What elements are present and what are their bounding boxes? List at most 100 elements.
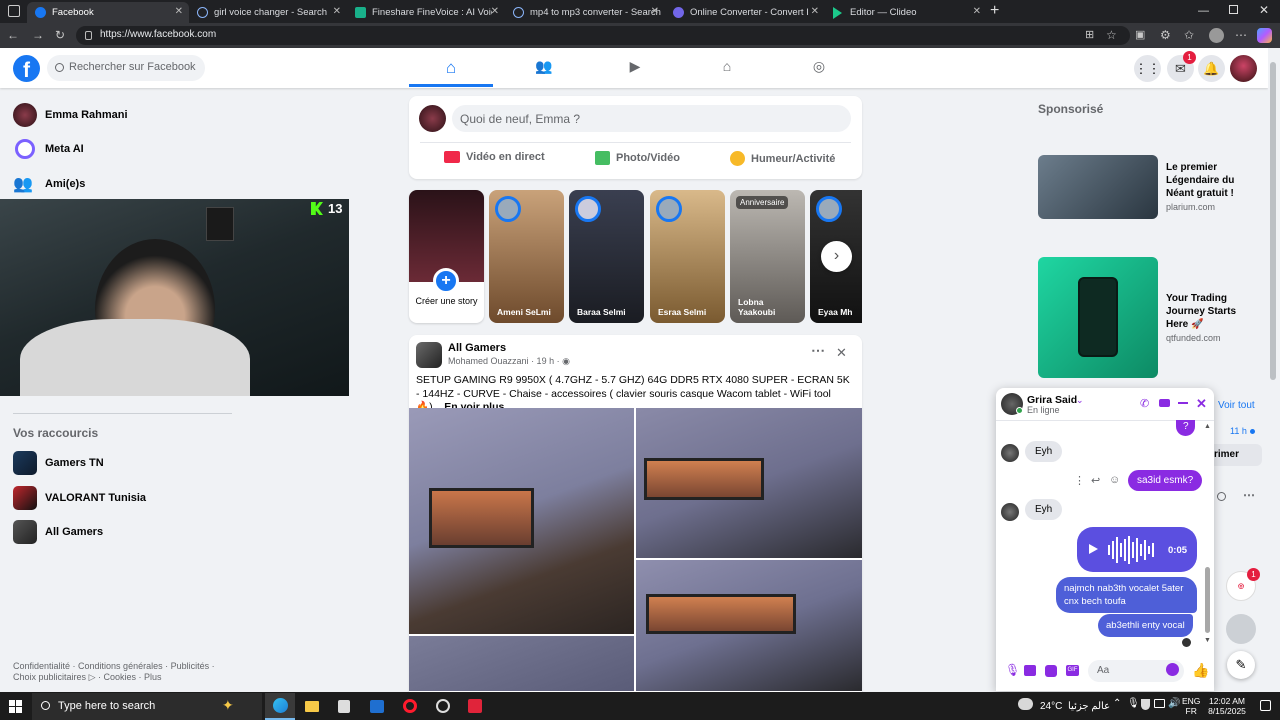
shortcut-all-gamers[interactable]: All Gamers bbox=[13, 520, 103, 544]
tab-facebook[interactable]: Facebook ✕ bbox=[27, 2, 189, 23]
back-icon[interactable]: ← bbox=[7, 28, 19, 42]
close-tab-icon[interactable]: ✕ bbox=[973, 6, 981, 17]
url-field[interactable]: https://www.facebook.com bbox=[76, 26, 1130, 45]
post-author[interactable]: Mohamed Ouazzani bbox=[448, 356, 529, 366]
page-scrollbar-thumb[interactable] bbox=[1270, 62, 1276, 380]
video-icon[interactable]: ▶ bbox=[626, 58, 644, 76]
notification-center-icon[interactable] bbox=[1260, 700, 1271, 711]
ad-text[interactable]: Le premier Légendaire du Néant gratuit ! bbox=[1166, 161, 1246, 200]
profile-icon[interactable] bbox=[1209, 28, 1224, 43]
chat-scrollbar-up-icon[interactable]: ▲ bbox=[1204, 423, 1211, 430]
story-card[interactable]: Esraa Selmi bbox=[650, 190, 725, 323]
store-icon[interactable] bbox=[338, 700, 350, 713]
story-card[interactable]: Baraa Selmi bbox=[569, 190, 644, 323]
post-time[interactable]: · 19 h · bbox=[531, 356, 560, 366]
story-card[interactable]: Anniversaire Lobna Yaakoubi bbox=[730, 190, 805, 323]
marketplace-icon[interactable]: ⌂ bbox=[718, 58, 736, 76]
chat-scrollbar-thumb[interactable] bbox=[1205, 567, 1210, 633]
message-bubble-out[interactable]: ab3ethli enty vocal bbox=[1098, 614, 1193, 637]
tab-mp4-search[interactable]: mp4 to mp3 converter - Search ✕ bbox=[505, 2, 665, 23]
reload-icon[interactable]: ↻ bbox=[55, 28, 65, 42]
post-photo[interactable] bbox=[636, 560, 862, 691]
sidebar-item-profile[interactable]: Emma Rahmani bbox=[13, 103, 128, 127]
gif-icon[interactable]: GIF bbox=[1066, 665, 1079, 676]
outlook-icon[interactable] bbox=[370, 700, 384, 713]
browser-menu-icon[interactable] bbox=[8, 5, 20, 17]
minimize-window-icon[interactable]: — bbox=[1198, 5, 1209, 17]
tab-online-converter[interactable]: Online Converter - Convert Image… ✕ bbox=[665, 2, 825, 23]
story-card[interactable]: Ameni SeLmi bbox=[489, 190, 564, 323]
chat-scrollbar-down-icon[interactable]: ▼ bbox=[1204, 637, 1211, 644]
tray-mic-icon[interactable]: 🎙 bbox=[1127, 698, 1140, 709]
attach-image-icon[interactable] bbox=[1024, 665, 1036, 676]
red-app-taskbar-icon[interactable] bbox=[468, 699, 482, 713]
message-more-icon[interactable]: ⋮ bbox=[1074, 474, 1085, 487]
network-icon[interactable] bbox=[1154, 699, 1165, 708]
forward-icon[interactable]: → bbox=[32, 28, 44, 42]
search-highlight-icon[interactable]: ✦ bbox=[222, 697, 234, 714]
weather-temp[interactable]: 24°C bbox=[1040, 701, 1062, 712]
contacts-more-icon[interactable]: ⋯ bbox=[1243, 488, 1255, 502]
message-bubble-in[interactable]: Eyh bbox=[1025, 441, 1063, 462]
create-story-plus-icon[interactable]: + bbox=[433, 268, 459, 294]
notifications-bell-icon[interactable]: 🔔 bbox=[1198, 55, 1225, 82]
maximize-window-icon[interactable] bbox=[1229, 5, 1238, 14]
start-windows-icon[interactable] bbox=[9, 700, 22, 713]
close-tab-icon[interactable]: ✕ bbox=[651, 6, 659, 17]
tray-chevron-icon[interactable]: ⌃ bbox=[1113, 698, 1121, 709]
play-icon[interactable] bbox=[1089, 544, 1098, 554]
edge-taskbar-icon[interactable] bbox=[265, 693, 295, 720]
video-call-icon[interactable] bbox=[1159, 399, 1170, 407]
close-window-icon[interactable]: ✕ bbox=[1259, 3, 1269, 17]
ad-image[interactable] bbox=[1038, 257, 1158, 378]
favorite-star-icon[interactable]: ☆ bbox=[1106, 28, 1117, 42]
sidebar-item-meta-ai[interactable]: Meta AI bbox=[13, 137, 84, 161]
chat-head-avatar[interactable] bbox=[1226, 614, 1256, 644]
stories-next-button[interactable]: › bbox=[821, 241, 852, 272]
voice-call-icon[interactable]: ✆ bbox=[1140, 397, 1149, 410]
close-tab-icon[interactable]: ✕ bbox=[175, 6, 183, 17]
message-bubble-out[interactable]: sa3id esmk? bbox=[1128, 470, 1203, 491]
post-photo[interactable] bbox=[409, 408, 634, 634]
composer-input[interactable]: Quoi de neuf, Emma ? bbox=[452, 105, 851, 132]
see-all-link[interactable]: Voir tout bbox=[1218, 400, 1255, 411]
new-message-button[interactable]: ✎ bbox=[1227, 651, 1255, 679]
group-name[interactable]: All Gamers bbox=[448, 342, 506, 354]
sticker-icon[interactable] bbox=[1045, 665, 1057, 677]
minimize-chat-icon[interactable] bbox=[1178, 402, 1188, 404]
split-screen-icon[interactable]: ▣ bbox=[1135, 28, 1145, 41]
photo-video-button[interactable]: Photo/Vidéo bbox=[595, 151, 680, 165]
message-bubble-out[interactable]: najmch nab3th vocalet 5ater cnx bech tou… bbox=[1056, 577, 1197, 613]
account-avatar[interactable] bbox=[1230, 55, 1257, 82]
shortcut-valorant-tunisia[interactable]: VALORANT Tunisia bbox=[13, 486, 146, 510]
groups-icon[interactable]: ◎ bbox=[810, 58, 828, 76]
post-photo[interactable] bbox=[409, 636, 634, 691]
contacts-search-icon[interactable] bbox=[1217, 492, 1226, 501]
tab-clideo[interactable]: Editor — Clideo ✕ bbox=[825, 2, 987, 23]
emoji-icon[interactable] bbox=[1166, 663, 1179, 676]
tray-defender-icon[interactable] bbox=[1141, 699, 1150, 710]
group-avatar[interactable] bbox=[416, 342, 442, 368]
create-story-card[interactable]: + Créer une story bbox=[409, 190, 484, 323]
react-emoji-icon[interactable]: ☺ bbox=[1109, 474, 1120, 486]
copilot-icon[interactable] bbox=[1257, 28, 1272, 43]
home-icon[interactable]: ⌂ bbox=[442, 58, 460, 77]
partial-button[interactable]: rimer bbox=[1214, 444, 1262, 466]
close-chat-icon[interactable]: ✕ bbox=[1196, 396, 1207, 412]
language-indicator[interactable]: ENG FR bbox=[1182, 696, 1200, 716]
post-more-icon[interactable]: ⋯ bbox=[811, 342, 825, 359]
ad-text[interactable]: Your Trading Journey Starts Here 🚀 bbox=[1166, 292, 1258, 331]
menu-grid-icon[interactable]: ⋮⋮ bbox=[1134, 55, 1161, 82]
footer-links[interactable]: Confidentialité · Conditions générales ·… bbox=[13, 661, 215, 671]
clock[interactable]: 12:02 AM 8/15/2025 bbox=[1204, 696, 1250, 716]
extensions-icon[interactable]: ⚙ bbox=[1160, 28, 1171, 42]
footer-links-2[interactable]: Choix publicitaires ▷ · Cookies · Plus bbox=[13, 672, 162, 683]
post-photo[interactable] bbox=[636, 408, 862, 558]
file-explorer-icon[interactable] bbox=[305, 701, 319, 712]
live-video-button[interactable]: Vidéo en direct bbox=[444, 151, 545, 163]
volume-icon[interactable]: 🔊 bbox=[1168, 698, 1180, 709]
reply-icon[interactable]: ↩ bbox=[1091, 474, 1100, 487]
ad-image[interactable] bbox=[1038, 155, 1158, 219]
tab-finevoice[interactable]: Fineshare FineVoice : AI Voice Ch… ✕ bbox=[347, 2, 505, 23]
chevron-down-icon[interactable]: ⌄ bbox=[1076, 395, 1084, 406]
